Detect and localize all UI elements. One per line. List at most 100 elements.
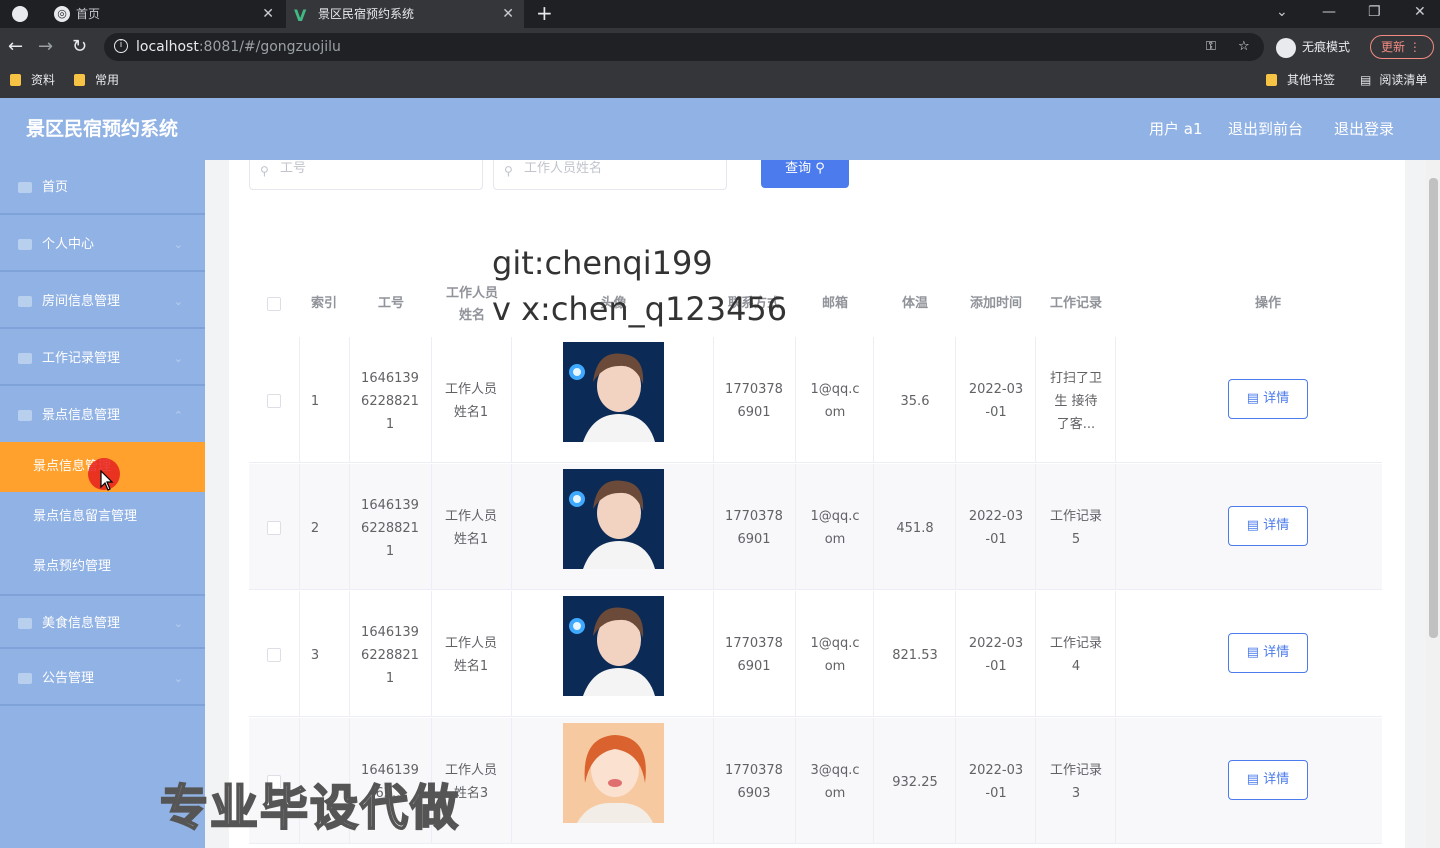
cell-date: 2022-03 -01 (968, 763, 1024, 801)
sidebar-item-scenic[interactable]: 景点信息管理 ⌃ (0, 388, 205, 443)
sidebar-item-profile[interactable]: 个人中心 ⌄ (0, 217, 205, 272)
avatar (563, 596, 664, 696)
new-tab-button[interactable]: + (536, 0, 553, 26)
sidebar-subitem-scenic-comments[interactable]: 景点信息留言管理 (0, 492, 205, 542)
chevron-down-icon: ⌄ (173, 295, 183, 308)
row-checkbox[interactable] (267, 648, 281, 662)
app-title: 景区民宿预约系统 (26, 118, 179, 140)
update-label: 更新 (1381, 40, 1406, 54)
detail-button[interactable]: ▤ 详情 (1228, 506, 1308, 546)
bookmark-folder[interactable]: 常用 (74, 66, 119, 94)
detail-button[interactable]: ▤ 详情 (1228, 633, 1308, 673)
reading-list[interactable]: ▤ 阅读清单 (1360, 66, 1427, 94)
chrome-icon (12, 6, 28, 22)
cell-job-no: 1646139 6228821 1 (361, 624, 419, 686)
back-icon[interactable]: ← (8, 36, 23, 58)
cell-phone: 1770378 6901 (725, 509, 783, 547)
sidebar-item-label: 景点信息管理 (42, 408, 121, 423)
cell-index: 1 (310, 393, 320, 409)
avatar (563, 342, 664, 442)
sidebar-item-notices[interactable]: 公告管理 ⌄ (0, 651, 205, 706)
address-bar-row: ← → ↻ i localhost:8081/#/gongzuojilu ⚿ ☆… (0, 28, 1440, 66)
table-row: 2 1646139 6228821 1 工作人员 姓名1 1770378 6901 1@… (249, 464, 1382, 590)
cell-temp: 451.8 (896, 520, 934, 536)
cell-divider (1115, 591, 1116, 717)
select-all-checkbox[interactable] (267, 297, 281, 311)
cell-index: 2 (310, 520, 320, 536)
sidebar-item-rooms[interactable]: 房间信息管理 ⌄ (0, 274, 205, 329)
bookmark-folder[interactable]: 其他书签 (1266, 66, 1335, 94)
back-to-front-link[interactable]: 退出到前台 (1228, 98, 1303, 160)
food-icon (18, 618, 32, 629)
update-button[interactable]: 更新 ⋮ (1370, 35, 1434, 59)
document-icon: ▤ (1246, 518, 1264, 533)
reading-list-icon: ▤ (1360, 73, 1372, 87)
sidebar-item-label: 首页 (42, 180, 69, 195)
folder-icon (1266, 74, 1277, 86)
job-no-search-input[interactable]: ⚲ 工号 (249, 160, 483, 190)
tab-search-icon[interactable]: ⌄ (1276, 0, 1288, 24)
cell-name: 工作人员 姓名1 (444, 509, 497, 547)
chevron-down-icon: ⌄ (173, 617, 183, 630)
reload-icon[interactable]: ↻ (72, 36, 87, 58)
cell-divider (1035, 337, 1036, 463)
cell-record: 工作记录 5 (1049, 509, 1102, 547)
cell-divider (511, 464, 512, 590)
search-button-label: 查询 (785, 161, 812, 176)
folder-icon (74, 74, 85, 86)
cell-divider (511, 718, 512, 844)
cell-divider (1115, 718, 1116, 844)
sidebar-item-food[interactable]: 美食信息管理 ⌄ (0, 594, 205, 649)
cell-divider (795, 464, 796, 590)
sidebar-item-home[interactable]: 首页 (0, 160, 205, 215)
sidebar: 首页 个人中心 ⌄ 房间信息管理 ⌄ 工作记录管理 ⌄ 景点信息管理 ⌃ 景点信… (0, 160, 205, 848)
cell-date: 2022-03 -01 (968, 636, 1024, 674)
tab-close-icon[interactable]: ✕ (262, 0, 274, 28)
detail-button-label: 详情 (1263, 518, 1290, 533)
cell-divider (1035, 591, 1036, 717)
cell-divider (795, 337, 796, 463)
close-window-icon[interactable]: ✕ (1414, 0, 1426, 24)
avatar (563, 469, 664, 569)
chevron-up-icon: ⌃ (173, 409, 183, 422)
incognito-indicator[interactable]: 无痕模式 (1276, 36, 1350, 58)
cell-divider (873, 464, 874, 590)
minimize-icon[interactable]: — (1322, 0, 1336, 24)
logout-link[interactable]: 退出登录 (1334, 98, 1394, 160)
detail-button-label: 详情 (1263, 645, 1290, 660)
detail-button[interactable]: ▤ 详情 (1228, 760, 1308, 800)
cell-divider (511, 337, 512, 463)
column-header: 操作 (1254, 296, 1281, 311)
cell-divider (1115, 464, 1116, 590)
row-checkbox[interactable] (267, 521, 281, 535)
home-icon (18, 182, 32, 193)
cell-divider (795, 718, 796, 844)
key-icon[interactable]: ⚿ (1206, 33, 1216, 61)
document-icon: ▤ (1246, 391, 1264, 406)
scrollbar-thumb[interactable] (1429, 178, 1438, 638)
bookmark-folder[interactable]: 资料 (10, 66, 55, 94)
chevron-down-icon: ⌄ (173, 238, 183, 251)
cell-date: 2022-03 -01 (968, 382, 1024, 420)
url-field[interactable]: i localhost:8081/#/gongzuojilu ⚿ ☆ (104, 33, 1264, 61)
detail-button-label: 详情 (1263, 391, 1290, 406)
cell-temp: 35.6 (900, 393, 930, 409)
star-icon[interactable]: ☆ (1238, 33, 1250, 61)
sidebar-subitem-scenic-booking[interactable]: 景点预约管理 (0, 542, 205, 592)
list-icon (18, 296, 32, 307)
cell-record: 工作记录 4 (1049, 636, 1102, 674)
forward-icon[interactable]: → (38, 36, 53, 58)
tab-active[interactable]: V 景区民宿预约系统 ✕ (286, 0, 524, 28)
incognito-icon (1276, 37, 1296, 58)
tab-close-icon[interactable]: ✕ (502, 0, 514, 28)
detail-button[interactable]: ▤ 详情 (1228, 379, 1308, 419)
search-button[interactable]: 查询 ⚲ (761, 160, 849, 188)
row-checkbox[interactable] (267, 394, 281, 408)
name-search-input[interactable]: ⚲ 工作人员姓名 (493, 160, 727, 190)
info-icon[interactable]: i (114, 39, 128, 53)
sidebar-item-work-records[interactable]: 工作记录管理 ⌄ (0, 331, 205, 386)
tab-home[interactable]: ◎ 首页 ✕ (44, 0, 284, 28)
bookmark-label: 阅读清单 (1379, 73, 1428, 87)
restore-icon[interactable]: ❐ (1368, 0, 1381, 24)
cell-divider (1115, 337, 1116, 463)
